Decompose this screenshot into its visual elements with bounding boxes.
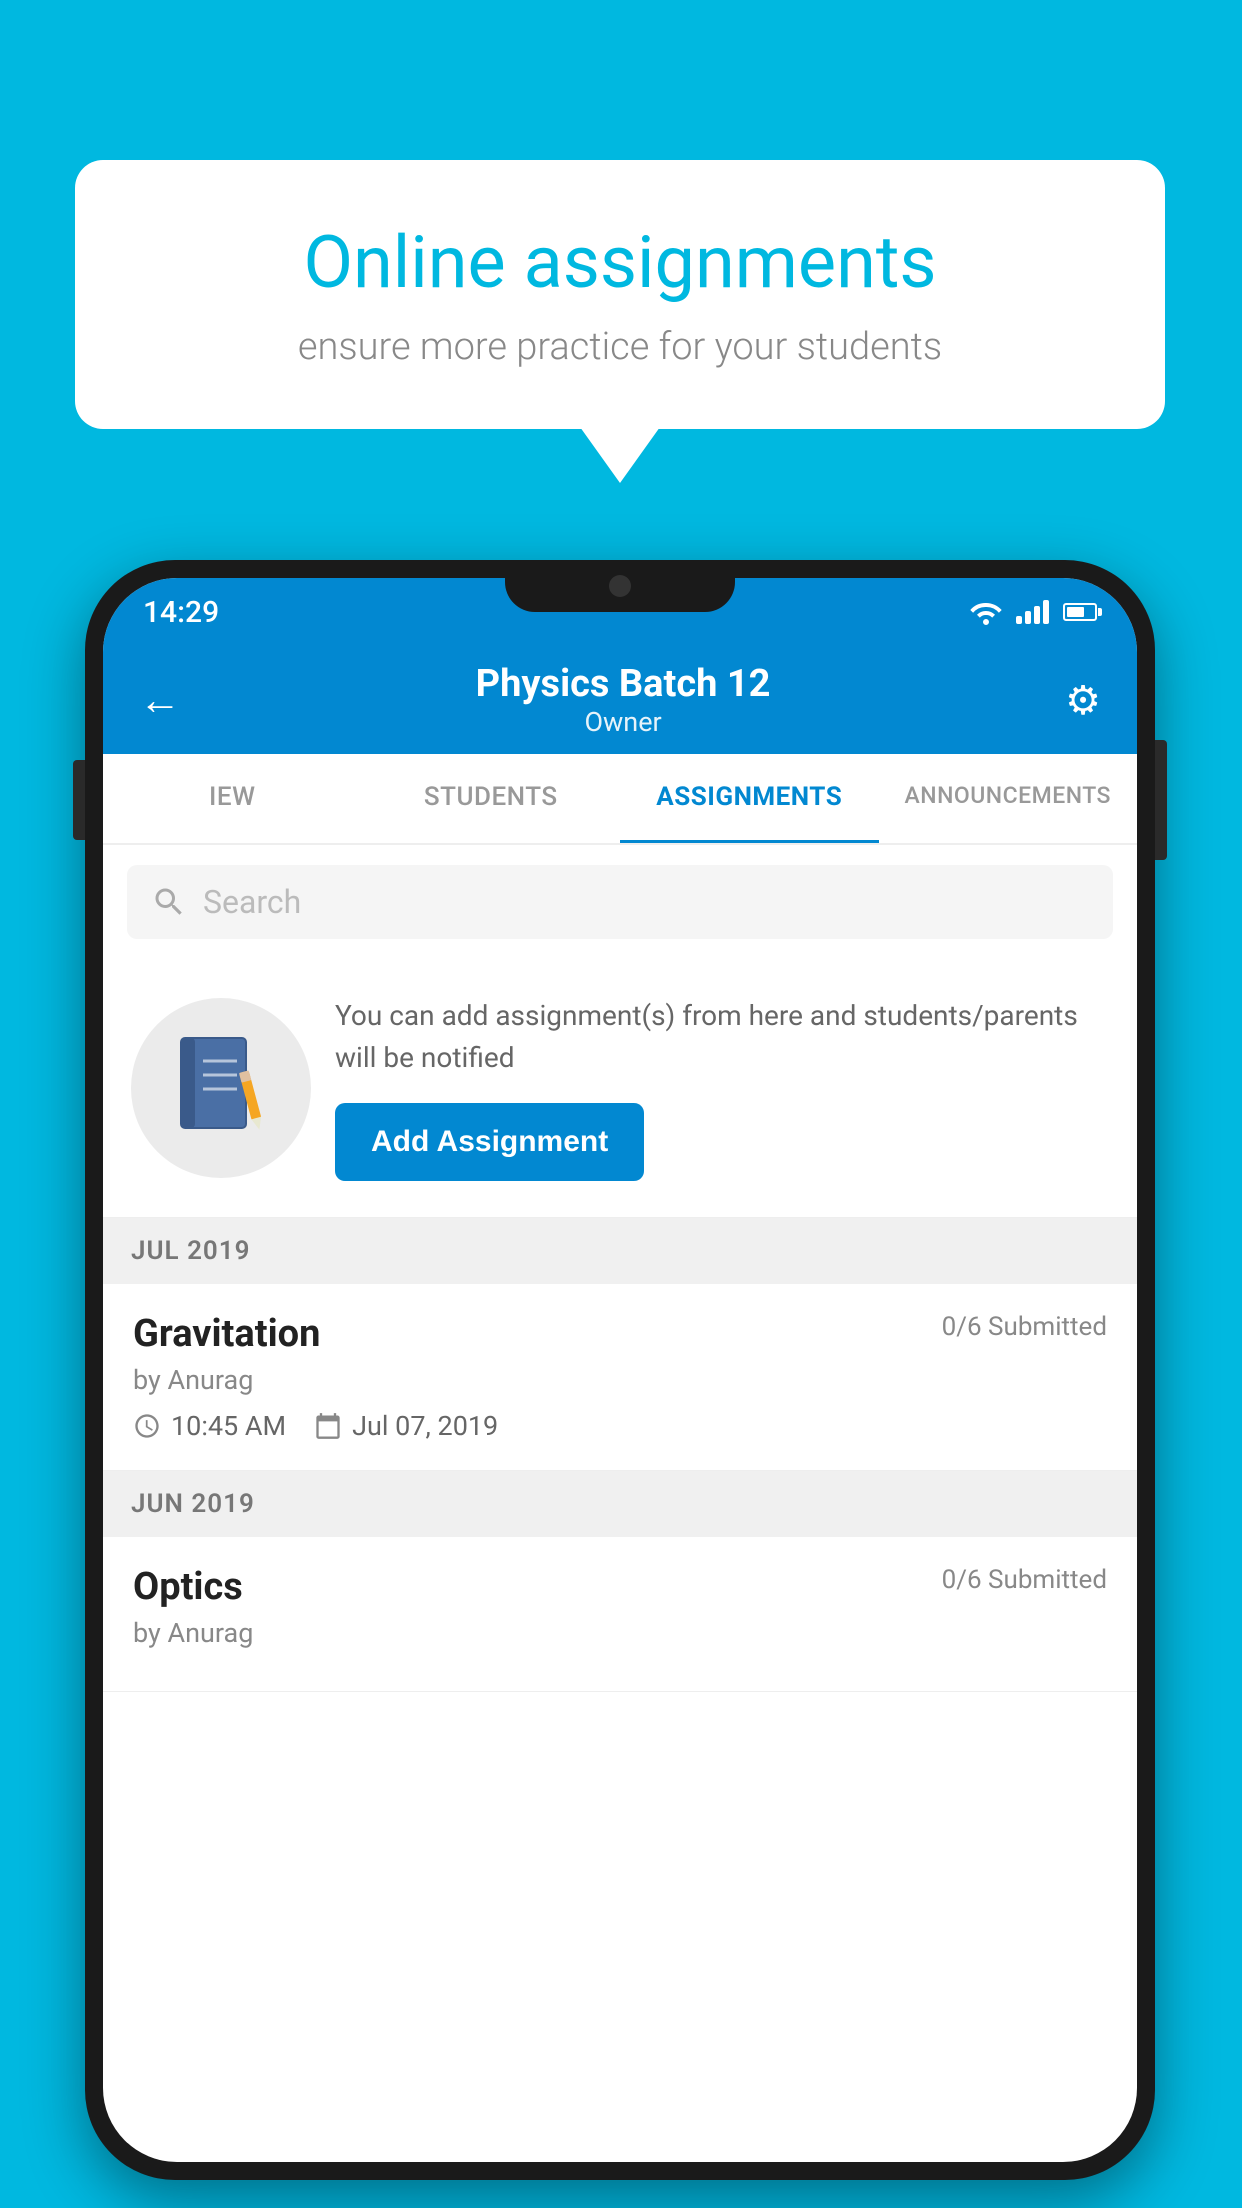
speech-bubble-container: Online assignments ensure more practice … [75,160,1165,429]
promo-section: You can add assignment(s) from here and … [103,959,1137,1218]
search-bar-wrapper: Search [103,845,1137,959]
assignment-time: 10:45 AM [133,1410,286,1442]
assignment-item-gravitation[interactable]: Gravitation 0/6 Submitted by Anurag 10:4… [103,1284,1137,1471]
assignment-meta: 10:45 AM Jul 07, 2019 [133,1410,1107,1442]
assignment-author-optics: by Anurag [133,1617,1107,1649]
search-bar[interactable]: Search [127,865,1113,939]
status-icons [970,599,1097,625]
search-placeholder: Search [203,883,301,921]
tab-students[interactable]: STUDENTS [362,754,621,843]
app-header: ← Physics Batch 12 Owner ⚙ [103,646,1137,754]
signal-icon [1016,600,1049,624]
header-subtitle: Owner [476,706,771,738]
assignment-name-optics: Optics [133,1565,243,1609]
back-button[interactable]: ← [139,676,181,725]
header-title-block: Physics Batch 12 Owner [476,662,771,738]
search-icon [151,884,187,920]
assignment-row-top-optics: Optics 0/6 Submitted [133,1565,1107,1609]
assignment-submitted-optics: 0/6 Submitted [942,1565,1107,1595]
notebook-icon [171,1033,271,1143]
phone-container: 14:29 [85,560,1155,2180]
assignment-item-optics[interactable]: Optics 0/6 Submitted by Anurag [103,1537,1137,1692]
promo-text-block: You can add assignment(s) from here and … [335,995,1109,1181]
battery-fill [1067,607,1084,617]
speech-bubble: Online assignments ensure more practice … [75,160,1165,429]
volume-button [73,760,85,840]
clock-icon [133,1412,161,1440]
phone-screen: 14:29 [103,578,1137,2162]
settings-icon[interactable]: ⚙ [1065,677,1101,724]
speech-bubble-subtitle: ensure more practice for your students [145,325,1095,369]
wifi-icon [970,599,1002,625]
promo-icon-circle [131,998,311,1178]
phone-camera [609,575,631,597]
tab-bar: IEW STUDENTS ASSIGNMENTS ANNOUNCEMENTS [103,754,1137,845]
power-button [1155,740,1167,860]
section-header-jun: JUN 2019 [103,1471,1137,1537]
promo-description: You can add assignment(s) from here and … [335,995,1109,1079]
assignment-author: by Anurag [133,1364,1107,1396]
calendar-icon [314,1412,342,1440]
status-time: 14:29 [143,595,219,630]
header-title: Physics Batch 12 [476,662,771,706]
phone-frame: 14:29 [85,560,1155,2180]
tab-view[interactable]: IEW [103,754,362,843]
add-assignment-button[interactable]: Add Assignment [335,1103,644,1181]
battery-icon [1063,603,1097,621]
assignment-submitted: 0/6 Submitted [942,1312,1107,1342]
tab-announcements[interactable]: ANNOUNCEMENTS [879,754,1138,843]
assignment-name: Gravitation [133,1312,320,1356]
assignment-row-top: Gravitation 0/6 Submitted [133,1312,1107,1356]
speech-bubble-title: Online assignments [145,220,1095,305]
section-header-jul: JUL 2019 [103,1218,1137,1284]
phone-notch [505,560,735,612]
assignment-date: Jul 07, 2019 [314,1410,498,1442]
assignment-time-value: 10:45 AM [171,1410,286,1442]
tab-assignments[interactable]: ASSIGNMENTS [620,754,879,843]
assignment-date-value: Jul 07, 2019 [352,1410,498,1442]
